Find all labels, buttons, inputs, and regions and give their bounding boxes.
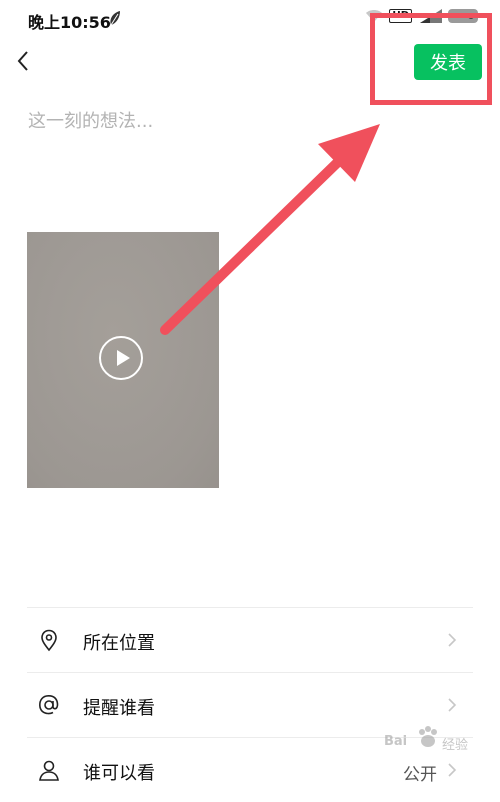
back-button[interactable] [12,46,36,76]
chevron-right-icon [448,763,457,777]
menu-item-mention[interactable]: 提醒谁看 [27,672,473,737]
play-button[interactable] [99,336,143,380]
menu-item-location[interactable]: 所在位置 [27,607,473,672]
chevron-right-icon [448,633,457,647]
publish-highlight-box [370,13,492,105]
leaf-icon [110,11,120,26]
options-menu: 所在位置 提醒谁看 谁可以看 公开 [27,607,473,802]
at-icon [39,695,59,715]
menu-item-visibility[interactable]: 谁可以看 公开 [27,737,473,802]
menu-label-location: 所在位置 [83,633,155,654]
location-pin-icon [41,629,57,652]
play-icon [117,350,130,366]
status-time: 晚上10:56 [28,13,111,32]
chevron-left-icon [17,51,28,71]
menu-label-visibility: 谁可以看 [83,763,155,784]
video-thumbnail[interactable] [27,232,219,488]
thought-input[interactable] [28,106,468,136]
visibility-value: 公开 [403,765,437,785]
chevron-right-icon [448,698,457,712]
menu-label-mention: 提醒谁看 [83,698,155,719]
person-icon [39,760,59,781]
